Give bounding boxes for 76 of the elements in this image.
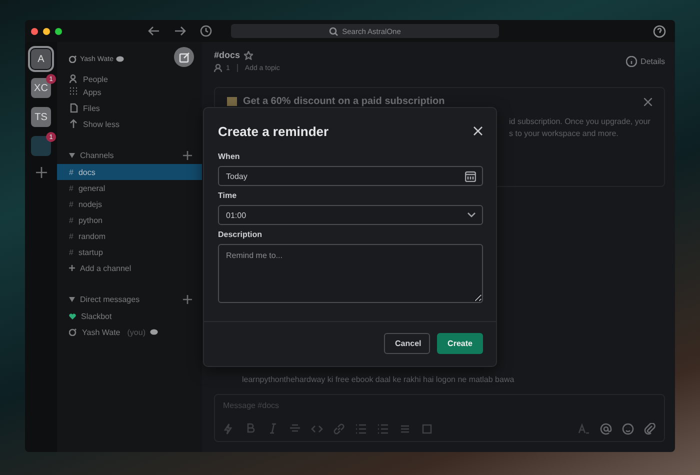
link-icon[interactable] xyxy=(333,423,345,435)
sidebar-item[interactable]: Apps xyxy=(57,84,202,100)
italic-icon[interactable] xyxy=(267,423,279,435)
details-button[interactable]: Details xyxy=(626,56,665,67)
sidebar-item[interactable]: Show less xyxy=(57,116,202,132)
close-button[interactable] xyxy=(31,28,38,34)
text-format-icon[interactable] xyxy=(578,423,590,435)
field-label: Description xyxy=(218,230,264,239)
file-icon xyxy=(69,103,78,113)
channel-title: #docs xyxy=(214,50,240,60)
banner-text: id subscription. Once you upgrade, your xyxy=(509,116,652,128)
info-icon xyxy=(626,56,637,67)
channel-item[interactable]: # general xyxy=(57,180,202,196)
speech-bubble-icon xyxy=(150,328,158,336)
emoji-icon[interactable] xyxy=(622,423,634,435)
dialog-title: Create a reminder xyxy=(218,124,329,138)
star-icon[interactable] xyxy=(244,50,254,60)
search-icon xyxy=(329,26,338,36)
compose-button[interactable] xyxy=(174,47,194,67)
section-header[interactable]: Channels xyxy=(80,150,178,160)
speech-bubble-icon xyxy=(116,56,124,62)
bold-icon[interactable] xyxy=(245,423,257,435)
field-label: Time xyxy=(218,191,238,200)
code-icon[interactable] xyxy=(311,423,323,435)
banner-title: Get a 60% discount on a paid subscription xyxy=(243,96,445,107)
history-clock-icon[interactable] xyxy=(200,25,212,37)
cancel-button[interactable]: Cancel xyxy=(384,333,430,354)
create-button[interactable]: Create xyxy=(437,333,483,354)
status-icon xyxy=(69,55,77,63)
channel-item[interactable]: # docs xyxy=(57,164,202,180)
section-header[interactable]: Direct messages xyxy=(80,294,178,304)
add-icon xyxy=(69,265,75,271)
direct-message-item[interactable]: Slackbot xyxy=(57,308,202,324)
chevron-down-icon xyxy=(467,212,476,218)
add-channel-link[interactable]: Add a channel xyxy=(57,260,202,276)
calendar-icon xyxy=(465,170,476,182)
workspace-tile[interactable] xyxy=(31,136,51,156)
grid-icon xyxy=(69,87,78,97)
caret-down-icon xyxy=(69,152,75,158)
zoom-button[interactable] xyxy=(55,28,62,34)
bulleted-list-icon[interactable] xyxy=(377,423,389,435)
pencil-square-icon xyxy=(178,52,190,62)
lightning-icon[interactable] xyxy=(223,423,235,435)
forward-arrow-icon[interactable] xyxy=(174,25,186,37)
back-arrow-icon[interactable] xyxy=(148,25,160,37)
direct-message-item[interactable]: Yash Wate (you) xyxy=(57,324,202,340)
paperclip-icon[interactable] xyxy=(644,423,656,435)
you-label: (you) xyxy=(127,328,146,336)
channel-item[interactable]: # nodejs xyxy=(57,196,202,212)
workspace-button[interactable]: TS xyxy=(31,107,51,127)
sidebar-item[interactable]: Files xyxy=(57,100,202,116)
minimize-button[interactable] xyxy=(43,28,50,34)
add-icon[interactable] xyxy=(183,150,192,160)
banner-text: s to your workspace and more. xyxy=(509,128,620,140)
person-icon xyxy=(214,64,222,72)
workspace-button[interactable]: A xyxy=(31,49,51,69)
workspace-button[interactable]: XC xyxy=(31,78,51,98)
message-text: learnpythonthehardway ki free ebook daal ke rakhi hai logon ne matlab bawa xyxy=(241,375,516,384)
add-icon[interactable] xyxy=(36,167,46,178)
channel-item[interactable]: # random xyxy=(57,228,202,244)
up-arrow-icon xyxy=(69,119,78,129)
at-sign-icon[interactable] xyxy=(600,423,612,435)
people-icon xyxy=(69,74,78,84)
status-icon xyxy=(69,328,77,336)
close-icon[interactable] xyxy=(473,126,483,136)
channel-item[interactable]: # startup xyxy=(57,244,202,260)
field-label: When xyxy=(218,152,241,161)
caret-down-icon xyxy=(69,296,75,302)
heart-icon xyxy=(69,312,76,320)
time-dropdown[interactable]: 01:00 xyxy=(218,205,483,225)
help-icon[interactable] xyxy=(653,24,666,38)
channel-item[interactable]: # python xyxy=(57,212,202,228)
date-field[interactable]: Today xyxy=(218,166,483,186)
add-icon[interactable] xyxy=(183,294,192,304)
sidebar-item[interactable]: People xyxy=(57,74,202,84)
description-field[interactable]: Remind me to... xyxy=(218,244,483,303)
